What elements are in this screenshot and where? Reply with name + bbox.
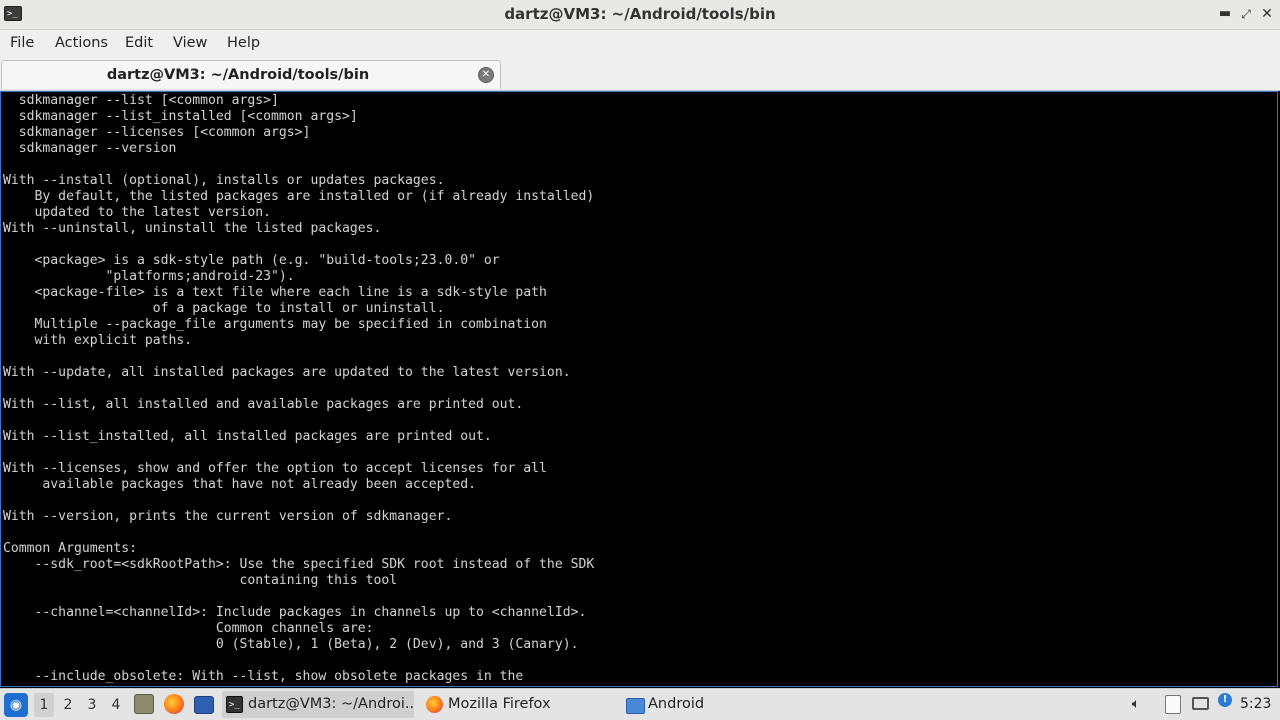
taskbar-item-label: Mozilla Firefox <box>448 696 551 712</box>
start-menu-icon[interactable]: ◉ <box>4 693 28 717</box>
window-titlebar[interactable]: >_ dartz@VM3: ~/Android/tools/bin ▬ ⤢ ✕ <box>0 0 1280 30</box>
taskbar-item-terminal[interactable]: >_ dartz@VM3: ~/Androi... <box>222 691 414 718</box>
terminal-line: <package-file> is a text file where each… <box>3 285 547 300</box>
terminal-line: Multiple --package_file arguments may be… <box>3 317 547 332</box>
minimize-button[interactable]: ▬ <box>1216 5 1234 23</box>
menu-file[interactable]: File <box>10 30 34 56</box>
window-title: dartz@VM3: ~/Android/tools/bin <box>504 5 776 23</box>
terminal-line: sdkmanager --licenses [<common args>] <box>3 125 311 140</box>
terminal-line: With --install (optional), installs or u… <box>3 173 445 188</box>
terminal-line: with explicit paths. <box>3 333 193 348</box>
terminal-line: containing this tool <box>3 573 398 588</box>
terminal-line: --include_obsolete: With --list, show ob… <box>3 669 524 684</box>
terminal-line: sdkmanager --version <box>3 141 177 156</box>
terminal-line: updated to the latest version. <box>3 205 272 220</box>
file-manager-icon[interactable] <box>134 694 154 714</box>
update-notifier-icon[interactable]: ! <box>1218 693 1232 707</box>
terminal-line: Common Arguments: <box>3 541 138 556</box>
terminal-line: With --list, all installed and available… <box>3 397 524 412</box>
firefox-icon <box>426 696 443 713</box>
tab-label: dartz@VM3: ~/Android/tools/bin <box>106 67 370 83</box>
taskbar-item-android-folder[interactable]: Android <box>622 691 752 718</box>
terminal-icon: >_ <box>226 696 243 713</box>
taskbar-item-firefox[interactable]: Mozilla Firefox <box>422 691 592 718</box>
volume-icon[interactable]: 🔈︎ <box>1127 695 1145 713</box>
terminal-line: sdkmanager --list [<common args>] <box>3 93 279 108</box>
terminal-tab[interactable]: dartz@VM3: ~/Android/tools/bin ✕ <box>1 60 501 89</box>
terminal-line: With --licenses, show and offer the opti… <box>3 461 547 476</box>
clipboard-icon[interactable] <box>1165 695 1181 714</box>
taskbar-item-label: Android <box>648 696 705 712</box>
terminal-line: "platforms;android-23"). <box>3 269 295 284</box>
terminal-line: By default, the listed packages are inst… <box>3 189 595 204</box>
menu-help[interactable]: Help <box>227 30 260 56</box>
firefox-icon[interactable] <box>164 694 184 714</box>
maximize-button[interactable]: ⤢ <box>1237 5 1255 23</box>
terminal-line: With --version, prints the current versi… <box>3 509 453 524</box>
tab-bar: dartz@VM3: ~/Android/tools/bin ✕ <box>0 58 1280 91</box>
terminal-line: available packages that have not already… <box>3 477 476 492</box>
terminal-view[interactable]: sdkmanager --list [<common args>] sdkman… <box>0 91 1278 687</box>
workspace-4-button[interactable]: 4 <box>106 693 126 717</box>
workspace-3-button[interactable]: 3 <box>82 693 102 717</box>
menu-view[interactable]: View <box>173 30 207 56</box>
taskbar: ◉ 1 2 3 4 >_ dartz@VM3: ~/Androi... Mozi… <box>0 688 1280 720</box>
network-icon[interactable] <box>1192 697 1209 710</box>
menu-actions[interactable]: Actions <box>55 30 108 56</box>
close-window-button[interactable]: ✕ <box>1258 5 1276 23</box>
taskbar-item-label: dartz@VM3: ~/Androi... <box>248 696 414 712</box>
terminal-output: sdkmanager --list [<common args>] sdkman… <box>1 92 1277 685</box>
menu-bar: File Actions Edit View Help <box>0 30 1280 58</box>
terminal-line: --sdk_root=<sdkRootPath>: Use the specif… <box>3 557 595 572</box>
terminal-line: With --update, all installed packages ar… <box>3 365 571 380</box>
terminal-line: With --uninstall, uninstall the listed p… <box>3 221 382 236</box>
menu-edit[interactable]: Edit <box>125 30 153 56</box>
show-desktop-icon[interactable] <box>194 696 214 714</box>
workspace-2-button[interactable]: 2 <box>58 693 78 717</box>
tab-close-icon[interactable]: ✕ <box>478 67 494 83</box>
workspace-1-button[interactable]: 1 <box>34 693 54 717</box>
terminal-line: Common channels are: <box>3 621 374 636</box>
terminal-line: sdkmanager --list_installed [<common arg… <box>3 109 358 124</box>
terminal-line: <package> is a sdk-style path (e.g. "bui… <box>3 253 500 268</box>
clock[interactable]: 5:23 <box>1240 689 1271 720</box>
terminal-line: With --list_installed, all installed pac… <box>3 429 492 444</box>
terminal-line: 0 (Stable), 1 (Beta), 2 (Dev), and 3 (Ca… <box>3 637 579 652</box>
terminal-line: --channel=<channelId>: Include packages … <box>3 605 587 620</box>
folder-icon <box>626 698 645 714</box>
terminal-line: of a package to install or uninstall. <box>3 301 445 316</box>
